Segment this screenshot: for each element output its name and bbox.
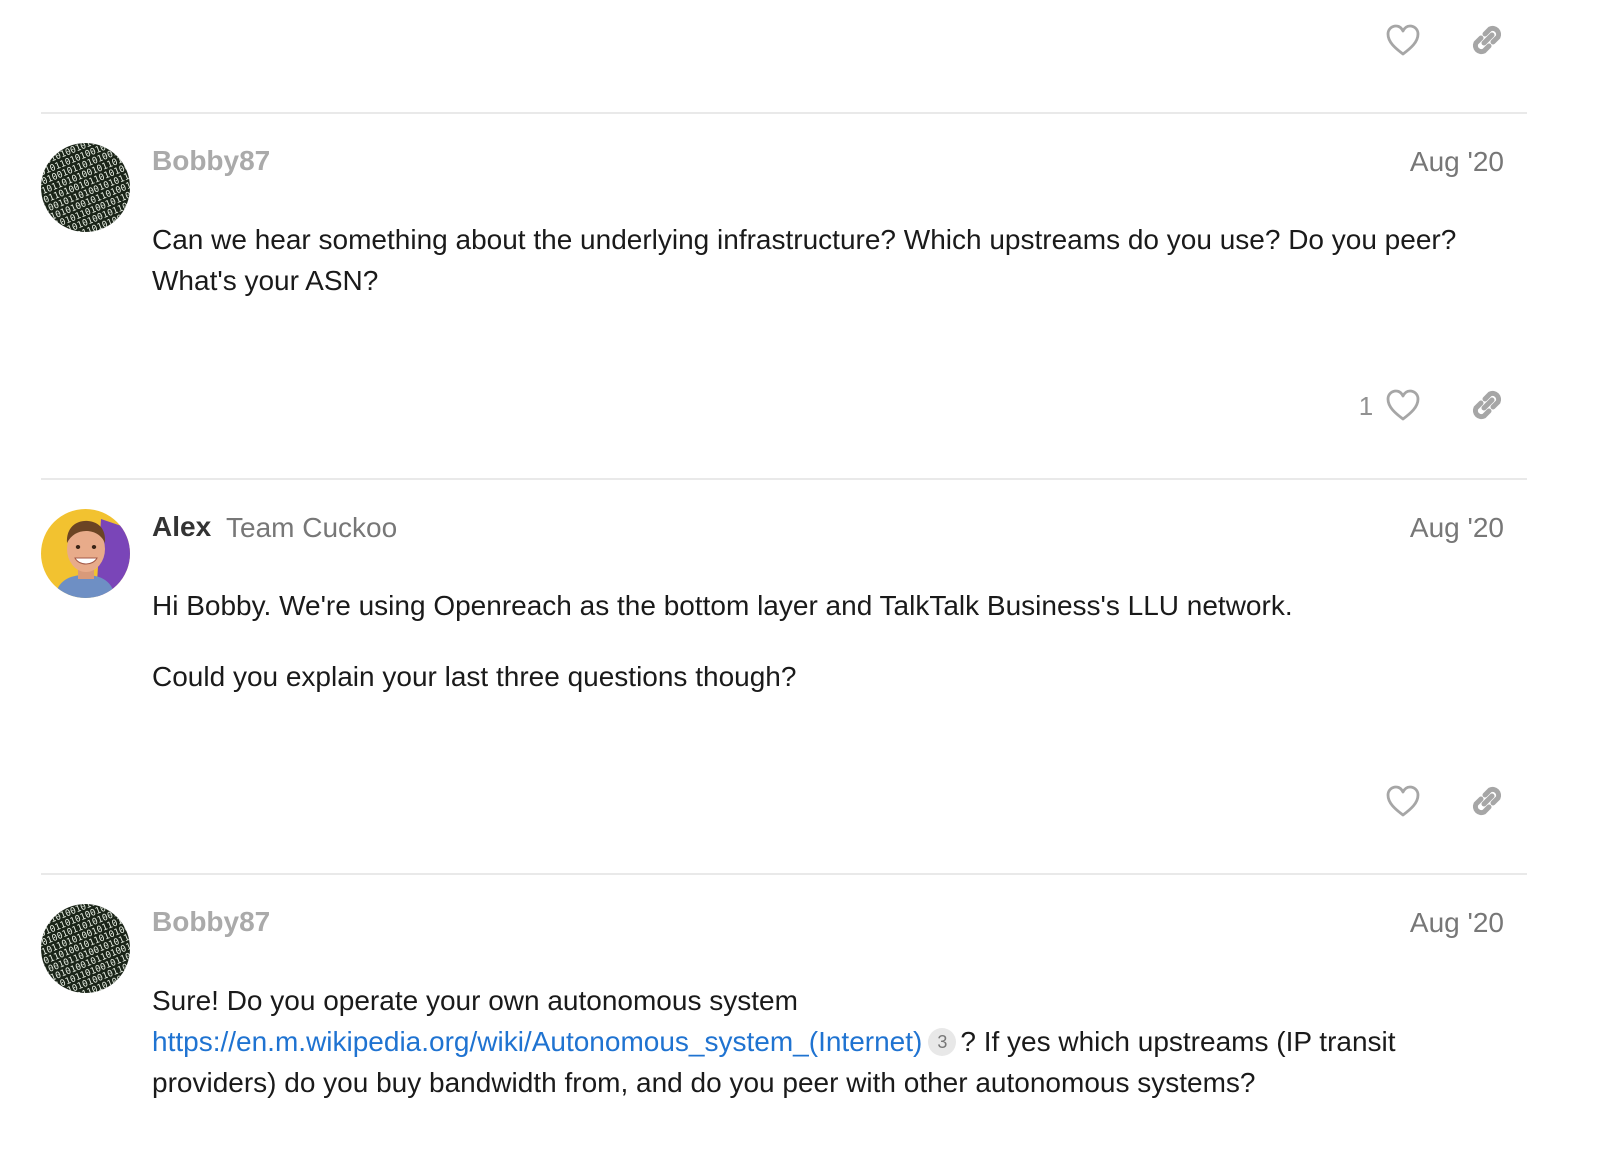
avatar[interactable] (41, 509, 130, 598)
post-date[interactable]: Aug '20 (1410, 907, 1504, 939)
post-divider (41, 478, 1527, 480)
heart-icon (1386, 785, 1420, 817)
link-click-count: 3 (928, 1027, 957, 1056)
like-button[interactable] (1381, 779, 1425, 823)
share-link-button[interactable] (1465, 779, 1509, 823)
post-paragraph: Can we hear something about the underlyi… (152, 224, 1457, 296)
avatar[interactable]: 0101101010010110101 1010010110101001011 … (41, 143, 130, 232)
post-actions (0, 18, 1598, 68)
like-button[interactable] (1381, 18, 1425, 62)
like-count[interactable]: 1 (1356, 391, 1376, 422)
post-actions (0, 779, 1598, 829)
post-text: Sure! Do you operate your own autonomous… (152, 985, 798, 1016)
binary-code-avatar-icon: 0101101010010110101 1010010110101001011 … (41, 904, 130, 993)
post-date[interactable]: Aug '20 (1410, 146, 1504, 178)
wikipedia-link[interactable]: https://en.m.wikipedia.org/wiki/Autonomo… (152, 1026, 922, 1057)
username[interactable]: Alex (152, 511, 211, 543)
post-paragraph: Could you explain your last three questi… (152, 661, 797, 692)
post-divider (41, 112, 1527, 114)
link-icon (1472, 25, 1502, 55)
person-photo-avatar-icon (41, 509, 130, 598)
post-body: Sure! Do you operate your own autonomous… (152, 980, 1507, 1133)
link-icon (1472, 390, 1502, 420)
username[interactable]: Bobby87 (152, 145, 270, 177)
link-icon (1472, 786, 1502, 816)
share-link-button[interactable] (1465, 18, 1509, 62)
like-button[interactable] (1381, 383, 1425, 427)
post-paragraph: Sure! Do you operate your own autonomous… (152, 980, 1507, 1103)
heart-icon (1386, 24, 1420, 56)
heart-icon (1386, 389, 1420, 421)
post-paragraph: Hi Bobby. We're using Openreach as the b… (152, 590, 1293, 621)
username[interactable]: Bobby87 (152, 906, 270, 938)
share-link-button[interactable] (1465, 383, 1509, 427)
post-body: Can we hear something about the underlyi… (152, 219, 1507, 331)
user-title: Team Cuckoo (226, 512, 398, 543)
post-divider (41, 873, 1527, 875)
post-actions: 1 (0, 383, 1598, 433)
avatar[interactable]: 0101101010010110101 1010010110101001011 … (41, 904, 130, 993)
binary-code-avatar-icon: 0101101010010110101 1010010110101001011 … (41, 143, 130, 232)
post-body: Hi Bobby. We're using Openreach as the b… (152, 585, 1507, 727)
post-date[interactable]: Aug '20 (1410, 512, 1504, 544)
